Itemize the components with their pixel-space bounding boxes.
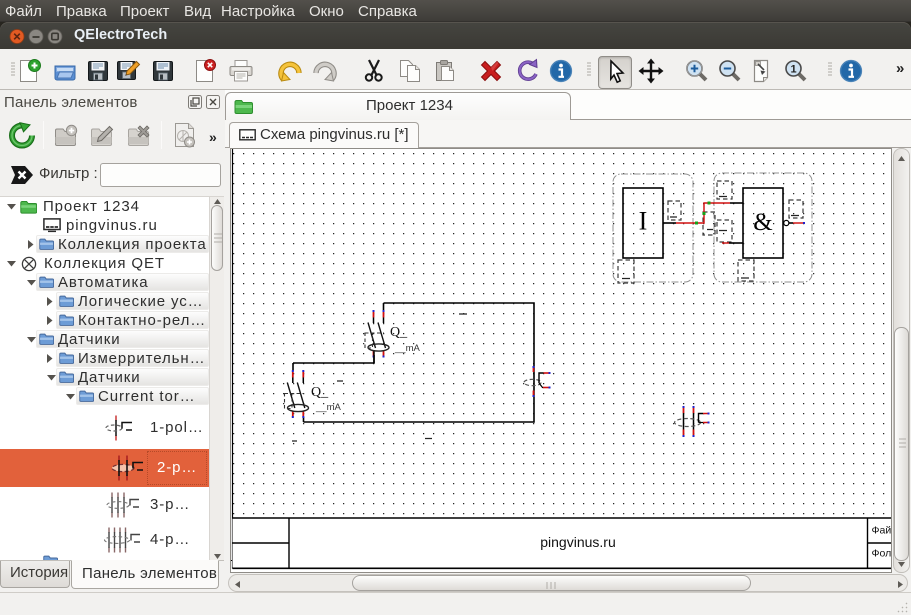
svg-text:Файл: Файл [872,525,892,537]
svg-text:pingvinus.ru: pingvinus.ru [540,534,616,550]
svg-text:Q_: Q_ [311,385,329,400]
svg-text:I: I [639,207,648,236]
svg-text:1: 1 [790,64,796,76]
svg-text:__mA: __mA [315,402,341,413]
svg-text:Q_: Q_ [390,325,408,340]
svg-text:__mA: __mA [394,343,420,354]
svg-text:Фолио: Фолио [872,548,892,560]
svg-text:&: & [753,209,772,236]
